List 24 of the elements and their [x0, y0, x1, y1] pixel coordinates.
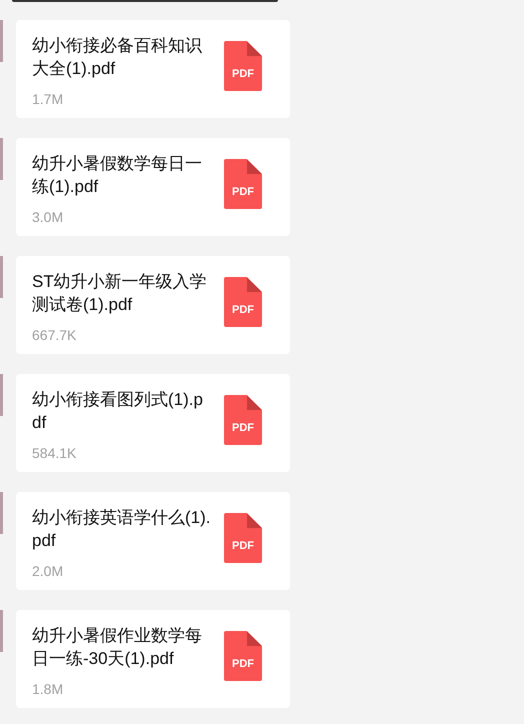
file-message[interactable]: 幼升小暑假数学每日一练(1).pdf 3.0M PDF: [16, 138, 290, 236]
pdf-file-icon: PDF: [224, 631, 262, 681]
file-name: 幼小衔接英语学什么(1).pdf: [32, 507, 212, 552]
file-message[interactable]: 幼小衔接必备百科知识大全(1).pdf 1.7M PDF: [16, 20, 290, 118]
file-name: 幼升小暑假数学每日一练(1).pdf: [32, 153, 203, 198]
file-size: 584.1K: [32, 444, 78, 463]
file-message[interactable]: 幼小衔接英语学什么(1).pdf 2.0M PDF: [16, 492, 290, 590]
pdf-file-icon: PDF: [224, 41, 262, 91]
file-message[interactable]: 幼小衔接看图列式(1).pdf 584.1K PDF: [16, 374, 290, 472]
file-size: 667.7K: [32, 326, 78, 345]
pdf-file-icon: PDF: [224, 513, 262, 563]
file-message[interactable]: ST幼升小新一年级入学测试卷(1).pdf 667.7K PDF: [16, 256, 290, 354]
file-name: ST幼升小新一年级入学测试卷(1).pdf: [32, 271, 208, 316]
file-message[interactable]: 幼升小暑假作业数学每日一练-30天(1).pdf 1.8M PDF: [16, 610, 290, 708]
file-size: 3.0M: [32, 208, 64, 227]
pdf-file-icon: PDF: [224, 277, 262, 327]
pdf-file-icon: PDF: [224, 159, 262, 209]
file-name: 幼小衔接看图列式(1).pdf: [32, 389, 204, 434]
pdf-file-icon: PDF: [224, 395, 262, 445]
file-size: 1.7M: [32, 90, 64, 109]
file-name: 幼小衔接必备百科知识大全(1).pdf: [32, 35, 203, 80]
file-size: 1.8M: [32, 680, 64, 699]
file-size: 2.0M: [32, 562, 64, 581]
file-name: 幼升小暑假作业数学每日一练-30天(1).pdf: [32, 625, 203, 670]
